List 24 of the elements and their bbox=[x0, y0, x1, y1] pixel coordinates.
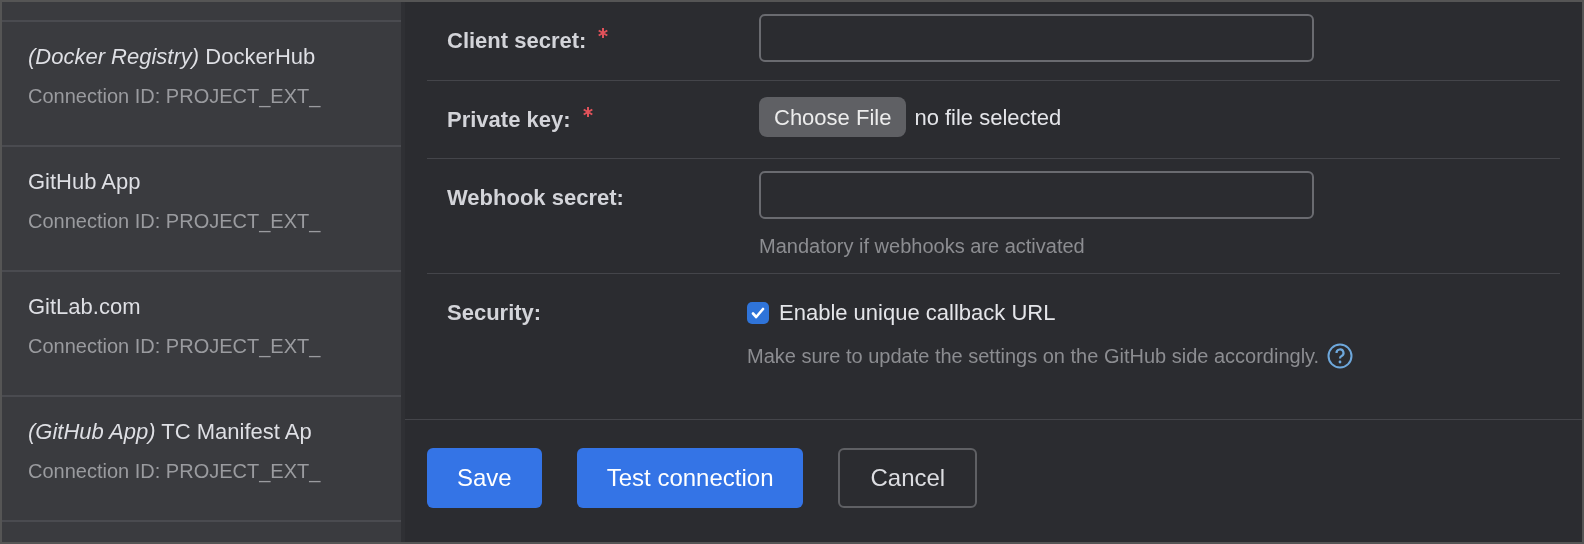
action-button[interactable]: Cancel bbox=[838, 448, 978, 508]
input-field[interactable] bbox=[759, 171, 1314, 219]
checkbox[interactable] bbox=[747, 301, 769, 324]
connection-id: Connection ID: PROJECT_EXT_ bbox=[28, 84, 322, 110]
connection-title[interactable]: (Docker Registry) DockerHub bbox=[28, 42, 401, 72]
hint-text: Make sure to update the settings on the GitHub side accordingly. bbox=[747, 344, 1320, 369]
connection-id: Connection ID: PROJECT_EXT_ bbox=[28, 459, 322, 485]
field-label: Webhook secret: bbox=[447, 184, 624, 212]
action-button[interactable]: Save bbox=[427, 448, 542, 508]
checkbox-label[interactable]: Enable unique callback URL bbox=[779, 296, 1056, 329]
connection-title[interactable]: GitLab.com bbox=[28, 292, 401, 322]
field-label: Private key: bbox=[447, 106, 571, 134]
connection-id: Connection ID: PROJECT_EXT_ bbox=[28, 334, 322, 360]
action-button[interactable]: Test connection bbox=[576, 448, 804, 508]
connection-title[interactable]: GitHub App bbox=[28, 167, 401, 197]
field-label: Client secret: bbox=[447, 27, 587, 55]
hint-text: Mandatory if webhooks are activated bbox=[759, 234, 1085, 259]
file-status: no file selected bbox=[914, 103, 1062, 132]
help-icon[interactable] bbox=[1327, 343, 1354, 369]
input-field[interactable] bbox=[759, 14, 1314, 62]
connection-id: Connection ID: PROJECT_EXT_ bbox=[28, 209, 322, 235]
choose-file-button[interactable]: Choose File bbox=[759, 97, 907, 137]
field-label: Security: bbox=[447, 299, 542, 327]
connection-title[interactable]: (GitHub App) TC Manifest Ap bbox=[28, 417, 401, 447]
